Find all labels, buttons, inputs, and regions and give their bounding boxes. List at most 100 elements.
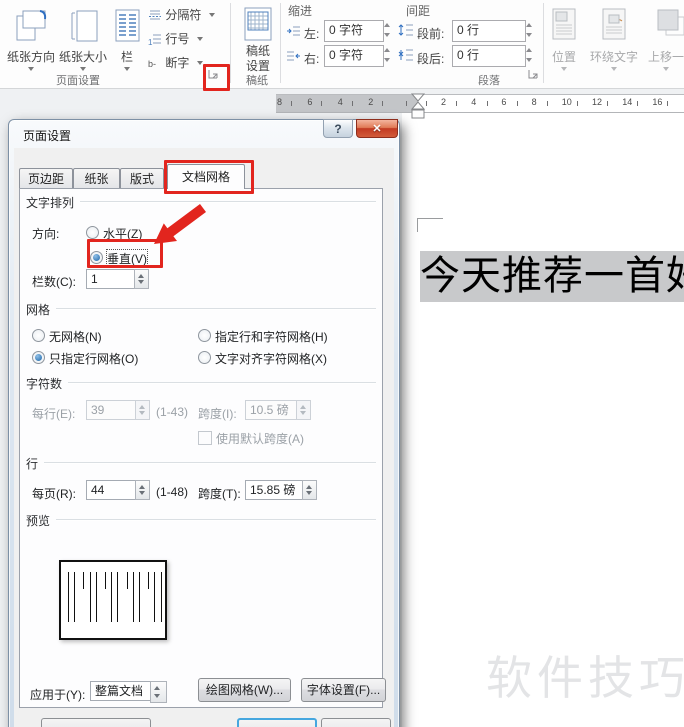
ruler-text-area <box>418 95 684 112</box>
radio-lines-and-chars-label[interactable]: 指定行和字符网格(H) <box>215 328 328 345</box>
columns-count-stepper[interactable] <box>134 269 149 289</box>
indent-right-label: 右: <box>304 52 320 66</box>
document-page[interactable] <box>402 112 684 727</box>
ruler-tick <box>321 101 322 106</box>
indent-left-icon <box>287 26 300 36</box>
spacing-after-stepper[interactable] <box>524 45 535 65</box>
bring-forward-button[interactable]: 上移一层 <box>646 4 684 76</box>
group-label-manuscript: 稿纸 <box>246 75 268 87</box>
lines-per-page-stepper[interactable] <box>135 480 150 500</box>
svg-text:b-: b- <box>148 59 156 69</box>
set-font-button[interactable]: 字体设置(F)... <box>301 678 386 702</box>
lines-per-page-label: 每页(R): <box>32 487 76 501</box>
line-numbers-icon: 1 <box>148 34 161 47</box>
chars-per-line-stepper[interactable] <box>135 400 150 420</box>
ruler-tick <box>547 101 548 106</box>
ruler-number: 4 <box>337 97 343 107</box>
chars-pitch-stepper[interactable] <box>296 400 311 420</box>
preview-line <box>83 572 85 589</box>
apply-to-select[interactable]: 整篇文档 <box>90 681 151 701</box>
direction-label: 方向: <box>32 227 60 241</box>
ribbon-separator <box>543 3 544 83</box>
columns-count-input[interactable]: 1 <box>86 269 135 289</box>
drawing-grid-button[interactable]: 绘图网格(W)... <box>198 678 291 702</box>
preview-line <box>105 572 106 589</box>
indent-left-stepper[interactable] <box>382 20 393 40</box>
indent-section-label: 缩进 <box>288 4 313 18</box>
indent-markers[interactable] <box>411 93 426 121</box>
paragraph-dialog-launcher[interactable] <box>528 69 542 83</box>
paper-orientation-button[interactable]: 纸张方向 <box>6 4 56 76</box>
line-numbers-button[interactable]: 1 行号 <box>148 30 203 50</box>
chevron-down-icon <box>611 67 617 71</box>
spacing-before-stepper[interactable] <box>524 20 535 40</box>
use-default-pitch-checkbox[interactable] <box>198 431 212 445</box>
breaks-icon <box>149 10 161 19</box>
radio-no-grid-label[interactable]: 无网格(N) <box>49 328 102 345</box>
ruler-number: 6 <box>501 97 507 107</box>
indent-right-stepper[interactable] <box>382 45 393 65</box>
cancel-button[interactable] <box>321 718 391 727</box>
ruler-number: 8 <box>277 97 283 107</box>
chars-pitch-input[interactable]: 10.5 磅 <box>245 400 297 420</box>
preview-line <box>68 572 69 622</box>
indent-left-input[interactable]: 0 字符 <box>324 20 384 42</box>
preview-line <box>148 572 150 589</box>
spacing-after-label: 段后: <box>417 52 445 66</box>
position-button[interactable]: 位置 <box>546 4 582 76</box>
wrap-text-icon <box>602 8 626 40</box>
ruler-number: 4 <box>471 97 477 107</box>
radio-lines-and-chars[interactable] <box>198 329 211 342</box>
ruler-number: 6 <box>307 97 313 107</box>
apply-to-dropdown-button[interactable] <box>150 681 167 703</box>
annotation-box-dialog-launcher <box>203 64 230 91</box>
radio-horizontal[interactable] <box>86 226 99 239</box>
preview-line <box>154 572 156 622</box>
breaks-button[interactable]: 分隔符 <box>148 6 215 26</box>
apply-to-label: 应用于(Y): <box>30 688 86 702</box>
lines-per-page-input[interactable]: 44 <box>86 480 136 500</box>
spacing-before-input[interactable]: 0 行 <box>452 20 526 42</box>
spacing-after-input[interactable]: 0 行 <box>452 45 526 67</box>
chars-per-line-input[interactable]: 39 <box>86 400 136 420</box>
ruler-number: 16 <box>652 97 663 107</box>
chevron-down-icon <box>663 67 669 71</box>
ruler-number: 2 <box>441 97 447 107</box>
ruler-tick <box>517 101 518 106</box>
ruler-tick <box>607 101 608 106</box>
group-label-paragraph: 段落 <box>478 75 500 87</box>
ruler-tick <box>637 101 638 106</box>
columns-button[interactable]: 栏 <box>110 4 144 76</box>
lines-pitch-stepper[interactable] <box>302 480 317 500</box>
preview-line <box>132 572 134 622</box>
use-default-pitch-label[interactable]: 使用默认跨度(A) <box>216 430 304 447</box>
close-icon: ✕ <box>372 123 382 135</box>
section-divider <box>56 519 376 521</box>
ok-button[interactable] <box>237 718 317 727</box>
lines-pitch-input[interactable]: 15.85 磅 <box>245 480 303 500</box>
paper-size-button[interactable]: 纸张大小 <box>58 4 108 76</box>
indent-right-input[interactable]: 0 字符 <box>324 45 384 67</box>
radio-lines-only[interactable] <box>32 351 45 364</box>
chars-pitch-label: 跨度(I): <box>198 407 237 421</box>
set-as-default-button[interactable] <box>41 718 151 727</box>
annotation-box-document-grid-tab <box>164 160 254 194</box>
section-heading-preview: 预览 <box>26 514 51 528</box>
section-heading-characters: 字符数 <box>26 377 63 391</box>
margin-corner-mark <box>417 218 418 232</box>
wrap-text-button[interactable]: 环绕文字 <box>586 4 642 76</box>
radio-char-aligned[interactable] <box>198 351 211 364</box>
spacing-after-icon <box>398 49 413 61</box>
help-button[interactable]: ? <box>323 119 353 138</box>
tab-paper[interactable]: 纸张 <box>73 168 120 188</box>
ruler-tick <box>426 101 427 106</box>
close-button[interactable]: ✕ <box>356 119 398 138</box>
selected-text-highlight[interactable]: 今天推荐一首好诗 <box>420 251 684 302</box>
tab-margins[interactable]: 页边距 <box>19 168 73 188</box>
radio-char-aligned-label[interactable]: 文字对齐字符网格(X) <box>215 350 327 367</box>
hyphenation-button[interactable]: b- 断字 <box>148 54 203 74</box>
document-text[interactable]: 今天推荐一首好诗 <box>420 251 684 302</box>
tab-layout[interactable]: 版式 <box>120 168 164 188</box>
radio-lines-only-label[interactable]: 只指定行网格(O) <box>49 350 138 367</box>
radio-no-grid[interactable] <box>32 329 45 342</box>
